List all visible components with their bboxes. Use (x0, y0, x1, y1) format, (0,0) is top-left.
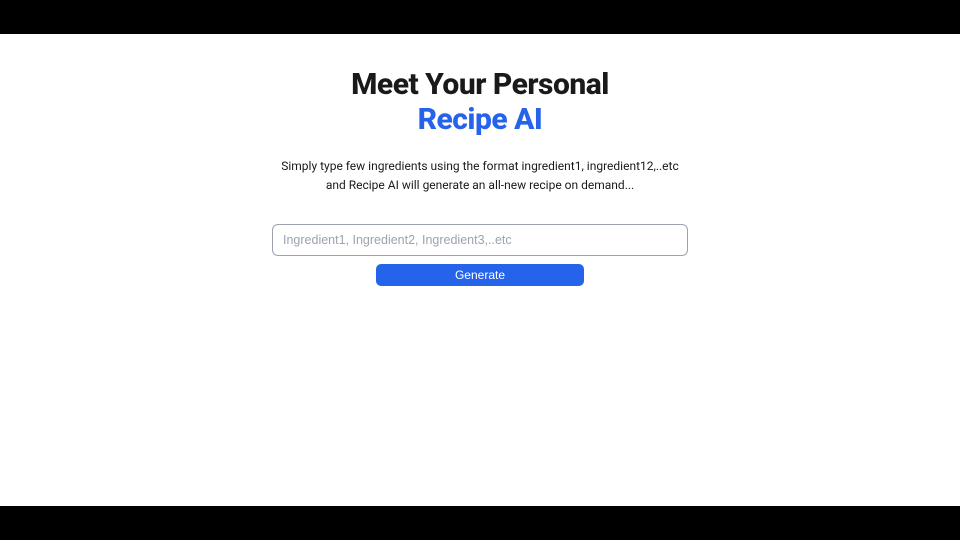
page-title: Meet Your Personal Recipe AI (351, 68, 609, 137)
subtitle: Simply type few ingredients using the fo… (270, 157, 690, 194)
letterbox-top (0, 0, 960, 34)
generate-button[interactable]: Generate (376, 264, 584, 286)
main-content: Meet Your Personal Recipe AI Simply type… (0, 34, 960, 506)
ingredients-input[interactable] (272, 224, 688, 256)
title-line-1: Meet Your Personal (351, 68, 609, 103)
title-line-2: Recipe AI (351, 103, 609, 138)
letterbox-bottom (0, 506, 960, 540)
ingredients-form: Generate (272, 224, 688, 286)
